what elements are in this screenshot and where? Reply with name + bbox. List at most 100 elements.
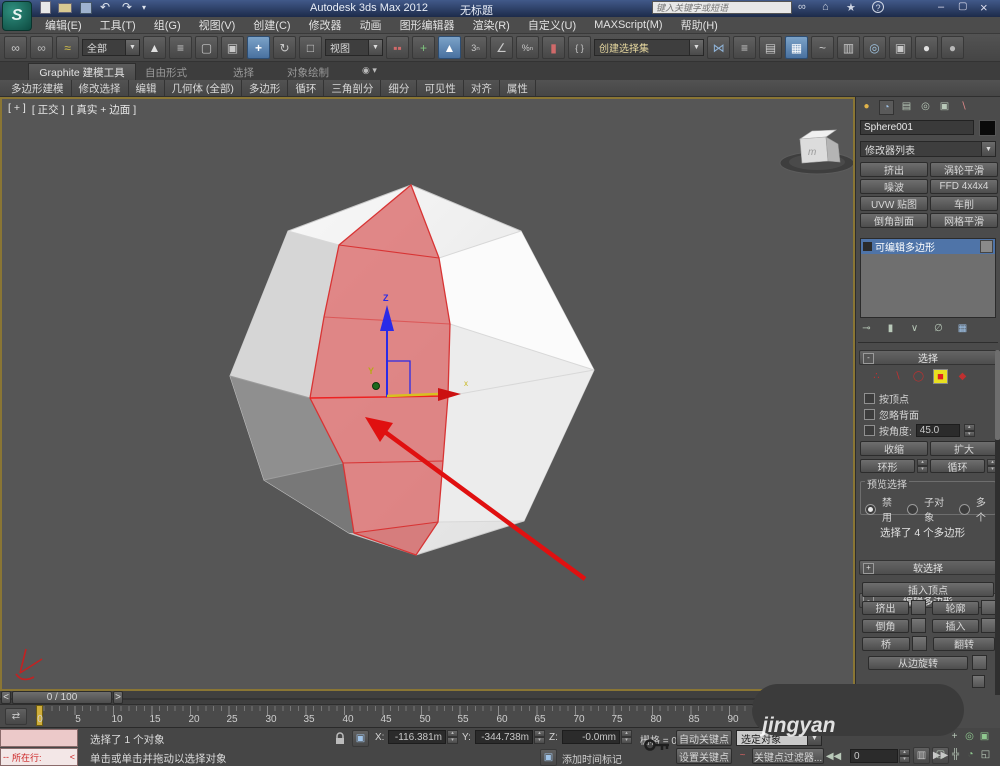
ribbon-tab-selection[interactable]: 选择	[233, 65, 254, 80]
inset-button[interactable]: 插入	[932, 619, 979, 633]
flip-button[interactable]: 翻转	[933, 637, 995, 651]
menu-modifiers[interactable]: 修改器	[300, 15, 351, 35]
application-menu-button[interactable]: S	[2, 1, 32, 31]
bridge-settings-icon[interactable]	[912, 636, 927, 651]
menu-tools[interactable]: 工具(T)	[91, 15, 145, 35]
ribbon-tab-freeform[interactable]: 自由形式	[145, 65, 187, 80]
angle-value-field[interactable]: 45.0	[916, 424, 960, 437]
mirror-icon[interactable]: ⋈	[707, 36, 730, 59]
modifier-list-dropdown[interactable]: 修改器列表▼	[860, 141, 996, 157]
ring-spinner[interactable]: ▴▾	[917, 459, 928, 473]
angle-snap-icon[interactable]: ∠	[490, 36, 513, 59]
maxscript-macro-recorder-line[interactable]	[0, 729, 78, 747]
chevron-down-icon[interactable]: ▼	[689, 40, 703, 55]
new-file-icon[interactable]	[40, 1, 51, 14]
rollout-soft-selection[interactable]: +软选择	[859, 560, 997, 575]
chevron-down-icon[interactable]: ▼	[368, 40, 382, 55]
favorites-star-icon[interactable]: ★	[846, 1, 856, 14]
modifier-noise-button[interactable]: 噪波	[860, 179, 928, 194]
select-and-rotate-icon[interactable]: ↻	[273, 36, 296, 59]
zoom-all-icon[interactable]: ◎	[963, 730, 976, 743]
ribbon-panel-geometry-all[interactable]: 几何体 (全部)	[165, 80, 242, 96]
menu-views[interactable]: 视图(V)	[190, 15, 245, 35]
y-coordinate-field[interactable]: -344.738m	[475, 730, 533, 744]
maximize-button[interactable]: ▢	[958, 1, 967, 12]
loop-button[interactable]: 循环	[930, 459, 985, 473]
shrink-button[interactable]: 收缩	[860, 441, 928, 456]
angle-spinner[interactable]: ▴▾	[964, 424, 975, 437]
border-subobject-icon[interactable]: ◯	[912, 370, 925, 383]
grow-button[interactable]: 扩大	[930, 441, 998, 456]
make-unique-icon[interactable]: ∨	[908, 322, 921, 335]
save-file-icon[interactable]	[80, 2, 92, 14]
vertex-subobject-icon[interactable]: ∴	[870, 370, 883, 383]
ribbon-panel-tris[interactable]: 三角剖分	[324, 80, 381, 96]
bevel-settings-icon[interactable]	[911, 618, 926, 633]
communication-center-icon[interactable]: ⌂	[822, 1, 829, 13]
selection-lock-icon[interactable]	[334, 732, 346, 745]
modifier-bevelprofile-button[interactable]: 倒角剖面	[860, 213, 928, 228]
set-keys-key-icon[interactable]	[644, 736, 670, 754]
rollout-selection[interactable]: -选择	[859, 350, 997, 365]
menu-animation[interactable]: 动画	[351, 15, 391, 35]
polygon-subobject-icon[interactable]: ■	[933, 369, 948, 384]
select-by-name-icon[interactable]: ≡	[169, 36, 192, 59]
orbit-icon[interactable]: ◔	[964, 748, 977, 761]
go-to-start-icon[interactable]: ◀◀	[827, 750, 840, 763]
viewport-menu-pov[interactable]: [ 正交 ]	[32, 102, 65, 117]
hinge-settings-icon[interactable]	[972, 655, 987, 670]
viewport-menu-shading[interactable]: [ 真实 + 边面 ]	[70, 102, 136, 117]
time-slider-track[interactable]: < 0 / 100 >	[0, 691, 855, 705]
new-key-curve-icon[interactable]: ~	[736, 749, 749, 762]
bevel-button[interactable]: 倒角	[862, 619, 909, 633]
menu-help[interactable]: 帮助(H)	[672, 15, 727, 35]
viewport-menu-general[interactable]: [ + ]	[8, 102, 26, 117]
set-key-button[interactable]: 设置关键点	[676, 748, 732, 764]
select-object-icon[interactable]: ▲	[143, 36, 166, 59]
render-setup-icon[interactable]: ◎	[863, 36, 886, 59]
select-and-scale-icon[interactable]: □	[299, 36, 322, 59]
layer-manager-icon[interactable]: ▤	[759, 36, 782, 59]
render-production-teapot-icon[interactable]: ●	[915, 36, 938, 59]
x-spinner[interactable]: ▴▾	[447, 730, 458, 744]
collapse-icon[interactable]: -	[863, 353, 874, 364]
edge-subobject-icon[interactable]: ∖	[891, 370, 904, 383]
modifier-uvwmap-button[interactable]: UVW 贴图	[860, 196, 928, 211]
chevron-down-icon[interactable]: ▼	[981, 142, 995, 156]
extrude-settings-icon[interactable]	[911, 600, 926, 615]
by-angle-checkbox[interactable]	[864, 425, 875, 436]
utilities-tab-icon[interactable]: ∖	[957, 100, 970, 113]
remove-modifier-icon[interactable]: ∅	[932, 322, 945, 335]
open-file-icon[interactable]	[58, 3, 72, 13]
modifier-meshsmooth-button[interactable]: 网格平滑	[930, 213, 998, 228]
subobject-level-icon[interactable]	[863, 242, 872, 251]
snaps-toggle-icon[interactable]: 3ₙ	[464, 36, 487, 59]
ribbon-panel-polygon-modeling[interactable]: 多边形建模	[4, 80, 72, 96]
preview-disable-radio[interactable]	[865, 504, 876, 515]
use-pivot-point-icon[interactable]: ▪▪	[386, 36, 409, 59]
by-vertex-checkbox[interactable]	[864, 393, 875, 404]
modifier-turbosmooth-button[interactable]: 涡轮平滑	[930, 162, 998, 177]
current-frame-field[interactable]: 0	[850, 749, 898, 763]
motion-tab-icon[interactable]: ◎	[919, 100, 932, 113]
ribbon-tab-graphite[interactable]: Graphite 建模工具	[28, 63, 136, 80]
maxscript-listener-line[interactable]: -- 所在行: <	[0, 748, 78, 766]
ribbon-minimize-icon[interactable]: ◉ ▾	[362, 65, 377, 76]
menu-edit[interactable]: 编辑(E)	[36, 15, 91, 35]
close-button[interactable]: ×	[980, 0, 988, 15]
absolute-offset-toggle-icon[interactable]: ▣	[352, 730, 369, 747]
menu-customize[interactable]: 自定义(U)	[519, 15, 585, 35]
align-icon[interactable]: ≡	[733, 36, 756, 59]
trackbar-selection-range-icon[interactable]: ⇄	[5, 708, 27, 725]
time-slider-prev-button[interactable]: <	[1, 691, 11, 704]
menu-maxscript[interactable]: MAXScript(M)	[585, 17, 671, 33]
ribbon-panel-visibility[interactable]: 可见性	[417, 80, 464, 96]
listener-scroll-arrow[interactable]: <	[70, 752, 75, 762]
modifier-extrude-button[interactable]: 挤出	[860, 162, 928, 177]
undo-icon[interactable]: ↶	[100, 0, 110, 14]
ribbon-panel-polygons[interactable]: 多边形	[242, 80, 289, 96]
stack-item-editable-poly[interactable]: 可编辑多边形	[861, 239, 995, 254]
named-selection-sets-dropdown[interactable]: 创建选择集▼	[594, 39, 704, 56]
ribbon-tab-object-paint[interactable]: 对象绘制	[287, 65, 329, 80]
show-end-result-icon[interactable]: ▮	[884, 322, 897, 335]
